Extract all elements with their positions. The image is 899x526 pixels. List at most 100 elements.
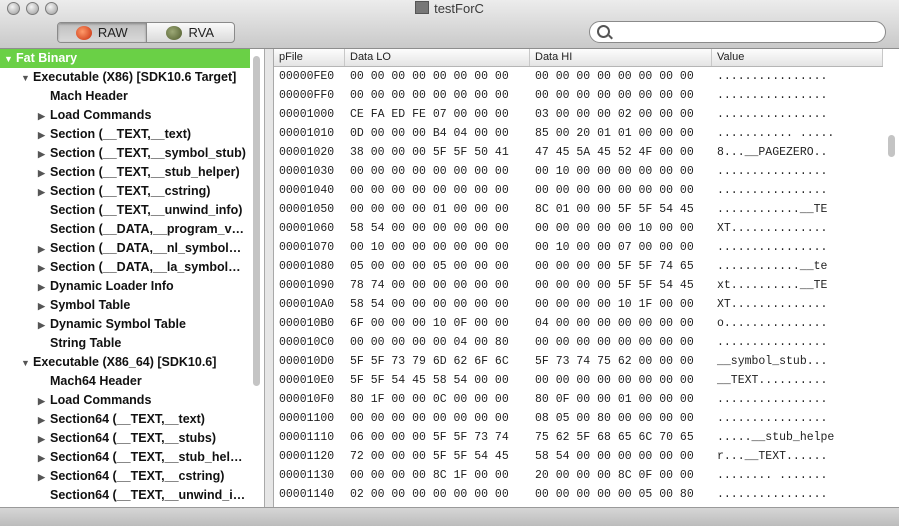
tree-item[interactable]: ▶ Section (__TEXT,__stub_helper) [0, 163, 264, 182]
table-row[interactable]: 00001070 00 10 00 00 00 00 00 00 00 10 00 … [274, 238, 883, 257]
disclosure-closed-icon[interactable]: ▶ [38, 183, 50, 201]
tree-item[interactable]: ▶ Section (__TEXT,__cstring) [0, 182, 264, 201]
cell-data-lo: 00 00 00 00 00 00 00 00 [350, 165, 509, 178]
table-scrollbar-thumb[interactable] [888, 135, 895, 157]
table-row[interactable]: 00001060 58 54 00 00 00 00 00 00 00 00 00 … [274, 219, 883, 238]
disclosure-open-icon[interactable]: ▼ [21, 354, 33, 372]
column-header-data-lo[interactable]: Data LO [345, 49, 530, 66]
cell-data-lo: CE FA ED FE 07 00 00 00 [350, 108, 509, 121]
tree-item[interactable]: ▶ Dynamic Symbol Table [0, 315, 264, 334]
table-row[interactable]: 00001020 38 00 00 00 5F 5F 50 41 47 45 5A … [274, 143, 883, 162]
tree-item[interactable]: ▶ Section64 (__TEXT,__cstring) [0, 467, 264, 486]
table-row[interactable]: 00001100 00 00 00 00 00 00 00 00 08 05 00 … [274, 409, 883, 428]
split-view-divider[interactable] [264, 49, 274, 507]
disclosure-closed-icon[interactable]: ▶ [38, 259, 50, 277]
column-header-value[interactable]: Value [712, 49, 883, 66]
cell-data-hi: 47 45 5A 45 52 4F 00 00 [535, 146, 694, 159]
disclosure-closed-icon[interactable]: ▶ [38, 107, 50, 125]
cell-pfile: 000010F0 [279, 393, 335, 406]
table-row[interactable]: 00001140 02 00 00 00 00 00 00 00 00 00 00 … [274, 485, 883, 504]
disclosure-closed-icon[interactable]: ▶ [38, 430, 50, 448]
table-row[interactable]: 00000FF0 00 00 00 00 00 00 00 00 00 00 00 … [274, 86, 883, 105]
disclosure-closed-icon[interactable]: ▶ [38, 240, 50, 258]
tree-item-label: Dynamic Loader Info [50, 279, 174, 293]
tree-item[interactable]: Section (__TEXT,__unwind_info) [0, 201, 264, 220]
disclosure-closed-icon[interactable]: ▶ [38, 145, 50, 163]
tree-item[interactable]: ▶ Section64 (__TEXT,__text) [0, 410, 264, 429]
tree-item[interactable]: ▼ Executable (X86_64) [SDK10.6] [0, 353, 264, 372]
table-scrollbar[interactable] [884, 67, 899, 507]
search-input[interactable] [614, 24, 878, 42]
search-icon [597, 25, 610, 38]
tree-item[interactable]: ▶ Section (__DATA,__nl_symbol_ptr) [0, 239, 264, 258]
cell-value: ................ [717, 336, 828, 349]
tree-item-label: Fat Binary [16, 51, 78, 65]
table-row[interactable]: 00001040 00 00 00 00 00 00 00 00 00 00 00 … [274, 181, 883, 200]
table-row[interactable]: 000010A0 58 54 00 00 00 00 00 00 00 00 00 … [274, 295, 883, 314]
table-row[interactable]: 000010D0 5F 5F 73 79 6D 62 6F 6C 5F 73 74 … [274, 352, 883, 371]
disclosure-closed-icon[interactable]: ▶ [38, 278, 50, 296]
tree-item[interactable]: ▶ Section (__DATA,__la_symbol_ptr) [0, 258, 264, 277]
table-row[interactable]: 000010E0 5F 5F 54 45 58 54 00 00 00 00 00 … [274, 371, 883, 390]
disclosure-closed-icon[interactable]: ▶ [38, 411, 50, 429]
tree-item[interactable]: Mach Header [0, 87, 264, 106]
disclosure-closed-icon[interactable]: ▶ [38, 392, 50, 410]
column-header-pfile[interactable]: pFile [274, 49, 345, 66]
cell-data-hi: 00 00 00 00 00 00 00 00 [535, 184, 694, 197]
disclosure-open-icon[interactable]: ▼ [21, 69, 33, 87]
tree-item[interactable]: ▶ Dynamic Loader Info [0, 277, 264, 296]
table-row[interactable]: 00001010 0D 00 00 00 B4 04 00 00 85 00 20 … [274, 124, 883, 143]
column-header-data-hi[interactable]: Data HI [530, 49, 712, 66]
disclosure-closed-icon[interactable]: ▶ [38, 316, 50, 334]
table-row[interactable]: 00001030 00 00 00 00 00 00 00 00 00 10 00 … [274, 162, 883, 181]
disclosure-closed-icon[interactable]: ▶ [38, 297, 50, 315]
disclosure-closed-icon[interactable]: ▶ [38, 468, 50, 486]
table-row[interactable]: 00000FE0 00 00 00 00 00 00 00 00 00 00 00 … [274, 67, 883, 86]
tree-item[interactable]: String Table [0, 334, 264, 353]
cell-pfile: 00000FF0 [279, 89, 335, 102]
tree-item[interactable]: ▶ Section64 (__TEXT,__stubs) [0, 429, 264, 448]
tree-item-label: Load Commands [50, 393, 152, 407]
tree-item[interactable]: Section64 (__TEXT,__unwind_info) [0, 486, 264, 505]
tree-item[interactable]: Mach64 Header [0, 372, 264, 391]
tree-item[interactable]: ▶ Load Commands [0, 106, 264, 125]
tree-item[interactable]: ▼ Executable (X86) [SDK10.6 Target] [0, 68, 264, 87]
table-row[interactable]: 00001050 00 00 00 00 01 00 00 00 8C 01 00 … [274, 200, 883, 219]
cell-value: XT.............. [717, 222, 828, 235]
table-row[interactable]: 00001090 78 74 00 00 00 00 00 00 00 00 00 … [274, 276, 883, 295]
search-field[interactable] [589, 21, 886, 43]
structure-tree: ▼ Fat Binary ▼ Executable (X86) [SDK10.6 Ta… [0, 49, 264, 507]
cell-value: r...__TEXT...... [717, 450, 828, 463]
tree-item[interactable]: ▼ Fat Binary [0, 49, 264, 68]
table-row[interactable]: 000010C0 00 00 00 00 00 04 00 80 00 00 00 … [274, 333, 883, 352]
cell-data-lo: 0D 00 00 00 B4 04 00 00 [350, 127, 509, 140]
cell-value: ........... ..... [717, 127, 835, 140]
tree-item[interactable]: ▶ Section (__TEXT,__symbol_stub) [0, 144, 264, 163]
tree-item[interactable]: ▶ Load Commands [0, 391, 264, 410]
tree-item[interactable]: Section (__DATA,__program_vars) [0, 220, 264, 239]
cell-data-lo: 80 1F 00 00 0C 00 00 00 [350, 393, 509, 406]
table-row[interactable]: 00001110 06 00 00 00 5F 5F 73 74 75 62 5F … [274, 428, 883, 447]
table-row[interactable]: 00001130 00 00 00 00 8C 1F 00 00 20 00 00 … [274, 466, 883, 485]
disclosure-open-icon[interactable]: ▼ [4, 50, 16, 68]
tree-item[interactable]: ▶ Section (__TEXT,__text) [0, 125, 264, 144]
table-row[interactable]: 000010B0 6F 00 00 00 10 0F 00 00 04 00 00 … [274, 314, 883, 333]
table-row[interactable]: 00001120 72 00 00 00 5F 5F 54 45 58 54 00 … [274, 447, 883, 466]
tree-scrollbar-thumb[interactable] [253, 56, 260, 386]
disclosure-closed-icon[interactable]: ▶ [38, 126, 50, 144]
tree-item[interactable]: ▶ Symbol Table [0, 296, 264, 315]
tree-item-label: Section (__TEXT,__symbol_stub) [50, 146, 246, 160]
table-row[interactable]: 00001000 CE FA ED FE 07 00 00 00 03 00 00 … [274, 105, 883, 124]
table-row[interactable]: 00001080 05 00 00 00 05 00 00 00 00 00 00 … [274, 257, 883, 276]
tree-item-label: Section (__TEXT,__text) [50, 127, 192, 141]
disclosure-closed-icon[interactable]: ▶ [38, 449, 50, 467]
disclosure-closed-icon[interactable]: ▶ [38, 164, 50, 182]
rva-button[interactable]: RVA [145, 23, 235, 42]
tree-item-label: Executable (X86_64) [SDK10.6] [33, 355, 217, 369]
table-row[interactable]: 000010F0 80 1F 00 00 0C 00 00 00 80 0F 00 … [274, 390, 883, 409]
raw-button[interactable]: RAW [58, 23, 146, 42]
tree-item[interactable]: ▶ Section64 (__TEXT,__stub_helper) [0, 448, 264, 467]
cell-pfile: 00001090 [279, 279, 335, 292]
cell-value: ............__TE [717, 203, 828, 216]
cell-pfile: 00001050 [279, 203, 335, 216]
